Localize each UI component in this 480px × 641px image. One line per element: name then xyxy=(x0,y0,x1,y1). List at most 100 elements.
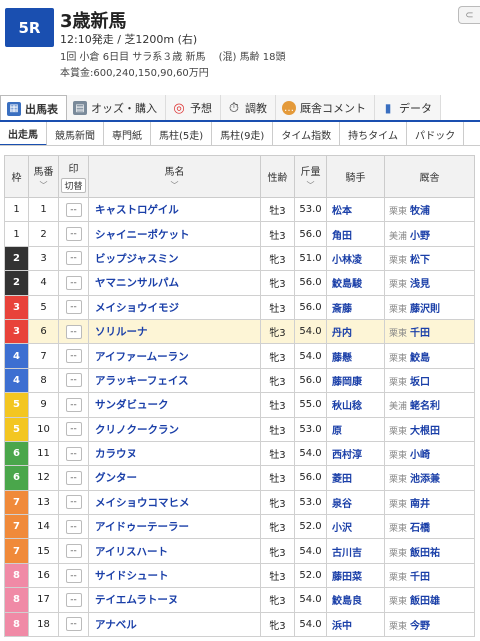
horse-name-link[interactable]: カラウヌ xyxy=(88,440,261,467)
horse-name-link[interactable]: アイファームーラン xyxy=(88,343,261,369)
trainer-link[interactable]: 南井 xyxy=(410,499,430,510)
sexage-cell: 牝3 xyxy=(260,489,295,516)
jockey-link[interactable]: 西村淳 xyxy=(326,440,385,467)
horse-name-link[interactable]: クリノクークラン xyxy=(88,416,261,442)
tab-data[interactable]: ▮ データ xyxy=(375,95,441,120)
horse-name-link[interactable]: キャストロゲイル xyxy=(88,196,261,223)
jockey-link[interactable]: 鮫島良 xyxy=(326,587,385,613)
horse-name-link[interactable]: サンダビューク xyxy=(88,392,261,418)
trainer-link[interactable]: 浅見 xyxy=(410,279,430,290)
tab-odds[interactable]: ▤ オッズ・購入 xyxy=(67,95,166,120)
header-name[interactable]: 馬名 ﹀ xyxy=(88,155,261,198)
trainer-cell: 栗東 藤沢則 xyxy=(384,294,475,320)
tab-chokyo[interactable]: ⏱ 調教 xyxy=(221,95,276,120)
mark-selector[interactable]: -- xyxy=(65,446,82,461)
mark-selector[interactable]: -- xyxy=(65,397,82,412)
tab-yoso[interactable]: ◎ 予想 xyxy=(166,95,221,120)
mark-selector[interactable]: -- xyxy=(65,568,82,583)
mark-selector[interactable]: -- xyxy=(65,617,82,632)
subtab-best-time[interactable]: 持ちタイム xyxy=(340,122,407,145)
mark-selector[interactable]: -- xyxy=(65,324,82,339)
jockey-link[interactable]: 松本 xyxy=(326,196,385,223)
horse-name-link[interactable]: サイドシュート xyxy=(88,562,261,589)
jockey-link[interactable]: 藤岡康 xyxy=(326,367,385,394)
mark-selector[interactable]: -- xyxy=(65,202,82,217)
trainer-link[interactable]: 千田 xyxy=(410,328,430,339)
jockey-link[interactable]: 丹内 xyxy=(326,318,385,345)
horse-name-link[interactable]: アラッキーフェイス xyxy=(88,367,261,394)
horse-name-link[interactable]: ヤマニンサルパム xyxy=(88,270,261,296)
horse-name-link[interactable]: ソリルーナ xyxy=(88,318,261,345)
trainer-link[interactable]: 今野 xyxy=(410,621,430,632)
trainer-link[interactable]: 牧浦 xyxy=(410,206,430,217)
mark-selector[interactable]: -- xyxy=(65,495,82,510)
subtab-shusso[interactable]: 出走馬 xyxy=(0,122,47,145)
mark-selector[interactable]: -- xyxy=(65,592,82,607)
weight-cell: 51.0 xyxy=(294,245,327,272)
weight-cell: 53.0 xyxy=(294,196,327,223)
trainer-link[interactable]: 池添兼 xyxy=(410,474,440,485)
mark-selector[interactable]: -- xyxy=(65,544,82,559)
jockey-link[interactable]: 秋山稔 xyxy=(326,392,385,418)
mark-selector[interactable]: -- xyxy=(65,373,82,388)
horse-name-link[interactable]: メイショウイモジ xyxy=(88,294,261,320)
mark-selector[interactable]: -- xyxy=(65,227,82,242)
mark-selector[interactable]: -- xyxy=(65,251,82,266)
waku-cell: 7 xyxy=(4,538,29,564)
jockey-link[interactable]: 泉谷 xyxy=(326,489,385,516)
horse-name-link[interactable]: グンター xyxy=(88,465,261,491)
jockey-link[interactable]: 菱田 xyxy=(326,465,385,491)
umaban-cell: 17 xyxy=(28,587,59,613)
horse-name-link[interactable]: ビップジャスミン xyxy=(88,245,261,272)
weight-cell: 53.0 xyxy=(294,416,327,442)
trainer-link[interactable]: 坂口 xyxy=(410,377,430,388)
tab-comment[interactable]: … 厩舎コメント xyxy=(276,95,375,120)
mark-selector[interactable]: -- xyxy=(65,300,82,315)
horse-name-link[interactable]: アイリスハート xyxy=(88,538,261,564)
header-weight[interactable]: 斤量 ﹀ xyxy=(294,155,327,198)
mark-selector[interactable]: -- xyxy=(65,470,82,485)
horse-name-link[interactable]: アイドゥーテーラー xyxy=(88,514,261,540)
jockey-link[interactable]: 浜中 xyxy=(326,611,385,638)
subtab-time-index[interactable]: タイム指数 xyxy=(273,122,341,145)
jockey-link[interactable]: 原 xyxy=(326,416,385,442)
mark-selector[interactable]: -- xyxy=(65,275,82,290)
subtab-senmonshi[interactable]: 専門紙 xyxy=(104,122,151,145)
jockey-link[interactable]: 小林凌 xyxy=(326,245,385,272)
mark-toggle-button[interactable]: 切替 xyxy=(61,178,86,193)
tab-shutsuba[interactable]: ▦ 出馬表 xyxy=(0,95,67,120)
horse-name-link[interactable]: テイエムラトーヌ xyxy=(88,587,261,613)
mark-selector[interactable]: -- xyxy=(65,519,82,534)
trainer-link[interactable]: 石橋 xyxy=(410,523,430,534)
trainer-link[interactable]: 蛯名利 xyxy=(410,401,440,412)
collapse-icon[interactable]: ⊂ xyxy=(458,6,480,24)
subtab-shinbun[interactable]: 競馬新聞 xyxy=(47,122,104,145)
horse-name-link[interactable]: メイショウコマヒメ xyxy=(88,489,261,516)
trainer-link[interactable]: 飯田祐 xyxy=(410,548,440,559)
horse-name-link[interactable]: アナベル xyxy=(88,611,261,638)
horse-name-link[interactable]: シャイニーポケット xyxy=(88,221,261,247)
jockey-link[interactable]: 斎藤 xyxy=(326,294,385,320)
trainer-link[interactable]: 大根田 xyxy=(410,426,440,437)
jockey-link[interactable]: 古川吉 xyxy=(326,538,385,564)
subtab-bachu5[interactable]: 馬柱(5走) xyxy=(151,122,213,145)
trainer-link[interactable]: 鮫島 xyxy=(410,353,430,364)
mark-selector[interactable]: -- xyxy=(65,349,82,364)
jockey-link[interactable]: 角田 xyxy=(326,221,385,247)
subtab-bachu9[interactable]: 馬柱(9走) xyxy=(212,122,274,145)
jockey-link[interactable]: 藤懸 xyxy=(326,343,385,369)
jockey-link[interactable]: 藤田菜 xyxy=(326,562,385,589)
header-umaban[interactable]: 馬番 ﹀ xyxy=(28,155,59,198)
trainer-link[interactable]: 藤沢則 xyxy=(410,304,440,315)
jockey-link[interactable]: 鮫島駿 xyxy=(326,270,385,296)
trainer-link[interactable]: 松下 xyxy=(410,255,430,266)
jockey-link[interactable]: 小沢 xyxy=(326,514,385,540)
trainer-link[interactable]: 千田 xyxy=(410,572,430,583)
trainer-link[interactable]: 小崎 xyxy=(410,450,430,461)
table-row: 7 15 -- アイリスハート 牝3 54.0 古川吉 栗東 飯田祐 xyxy=(4,538,475,564)
trainer-link[interactable]: 飯田雄 xyxy=(410,596,440,607)
umaban-cell: 18 xyxy=(28,611,59,638)
trainer-link[interactable]: 小野 xyxy=(410,231,430,242)
mark-selector[interactable]: -- xyxy=(65,422,82,437)
subtab-paddock[interactable]: パドック xyxy=(407,122,465,145)
